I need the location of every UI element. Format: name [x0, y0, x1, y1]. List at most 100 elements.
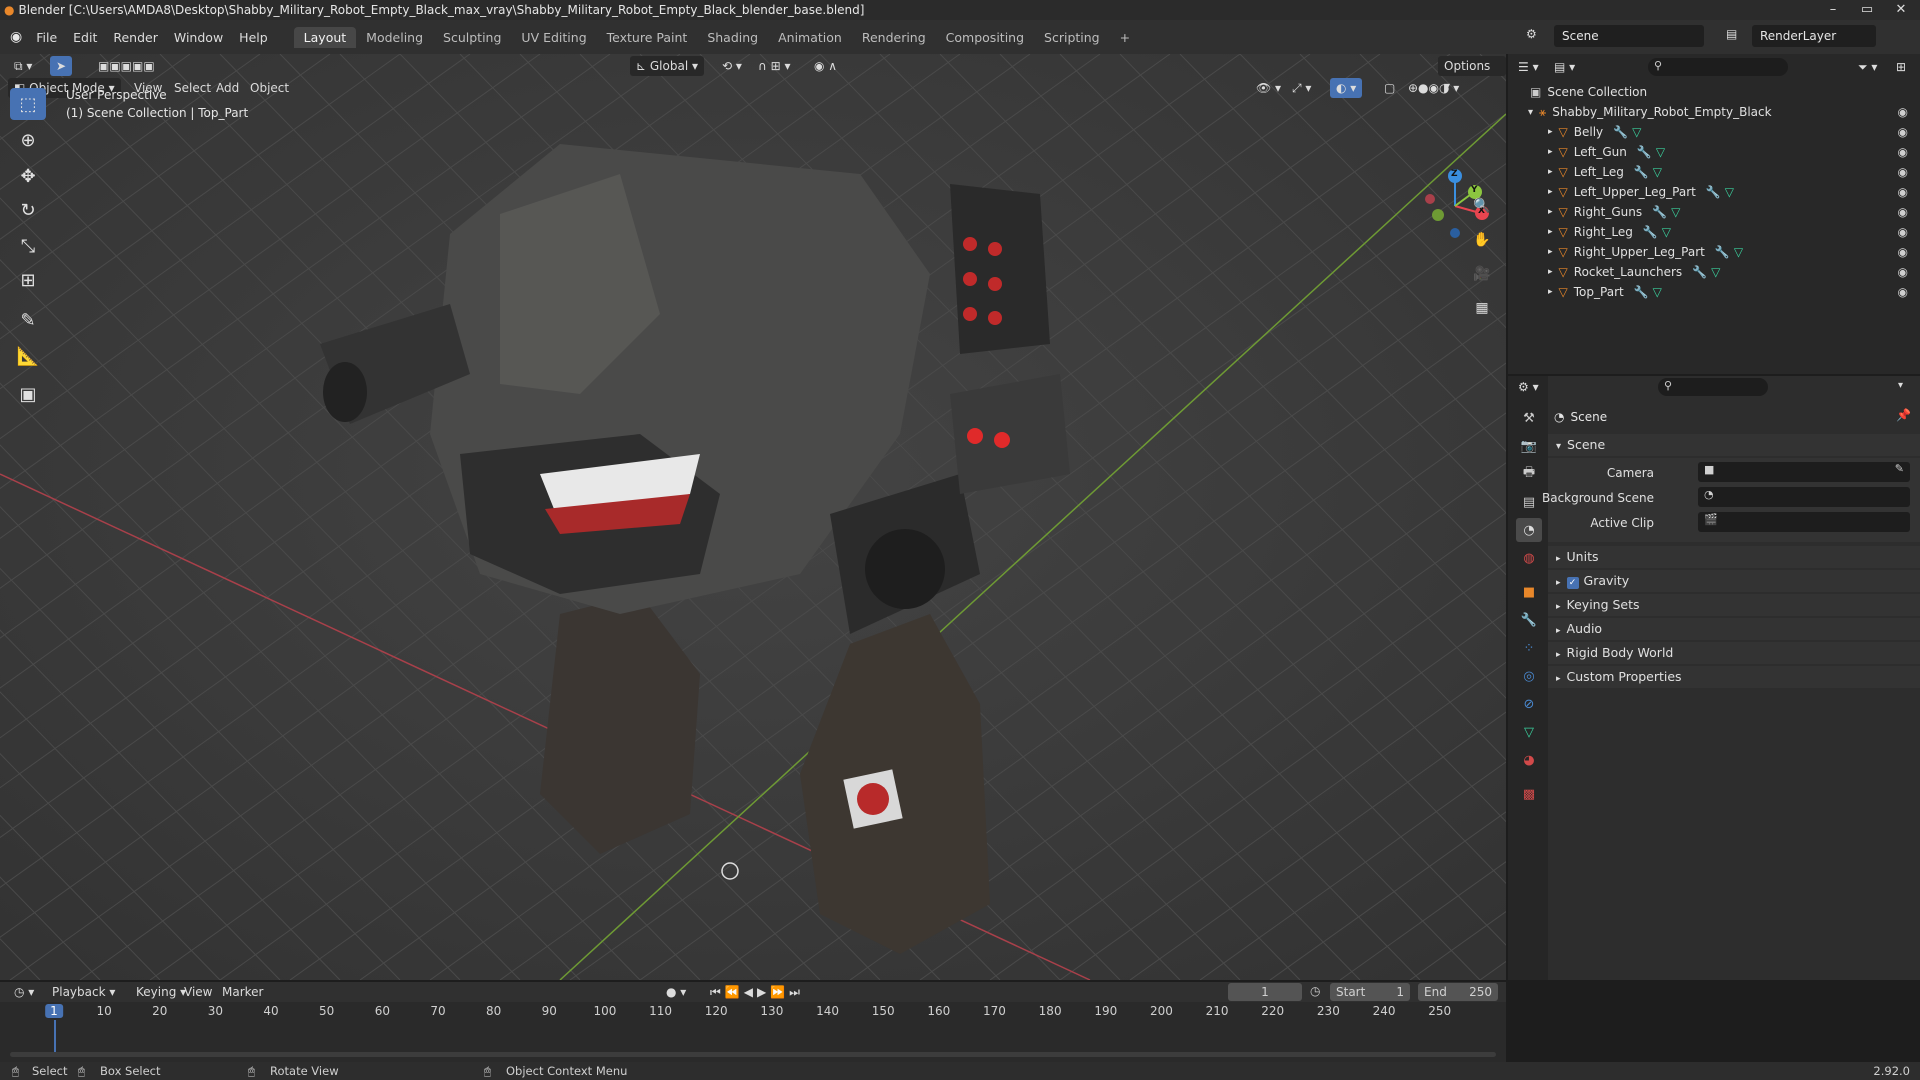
shading-mode-buttons[interactable]: ⊕●◉◑ ▾	[1402, 78, 1465, 98]
tool-scale[interactable]: ⤡	[10, 230, 46, 262]
outliner-object-row[interactable]: ▸ ▽ Rocket_Launchers 🔧 ▽ ◉	[1508, 262, 1920, 282]
properties-section[interactable]: ▸ Keying Sets	[1548, 594, 1920, 616]
tab-rendering[interactable]: Rendering	[852, 27, 936, 48]
snap-toggle[interactable]: ∩ ⊞ ▾	[752, 56, 797, 76]
tab-animation[interactable]: Animation	[768, 27, 852, 48]
outliner-editor-type-icon[interactable]: ☰ ▾	[1518, 60, 1539, 74]
expand-arrow-icon[interactable]: ▸	[1548, 127, 1553, 137]
data-tab[interactable]: ▽	[1516, 720, 1542, 744]
zoom-button[interactable]: 🔍	[1468, 192, 1496, 220]
add-workspace-button[interactable]: +	[1110, 27, 1140, 48]
pin-icon[interactable]: 📌	[1896, 408, 1911, 422]
view-layer-icon[interactable]: ▤	[1726, 27, 1737, 41]
eye-icon[interactable]: ◉	[1898, 285, 1908, 299]
render-tab[interactable]: 📷	[1516, 434, 1542, 458]
modifier-wrench-icon[interactable]: 🔧	[1692, 265, 1707, 279]
minimize-button[interactable]: –	[1818, 0, 1848, 20]
expand-arrow-icon[interactable]: ▸	[1548, 167, 1553, 177]
expand-arrow-icon[interactable]: ▸	[1548, 267, 1553, 277]
material-tab[interactable]: ◕	[1516, 748, 1542, 772]
eye-icon[interactable]: ◉	[1898, 205, 1908, 219]
outliner-search-input[interactable]: ⚲	[1648, 58, 1788, 76]
tab-compositing[interactable]: Compositing	[936, 27, 1034, 48]
visibility-dropdown[interactable]: 👁 ▾	[1250, 78, 1287, 98]
transform-orientation-dropdown[interactable]: ⊾ Global ▾	[630, 56, 704, 76]
modifier-wrench-icon[interactable]: 🔧	[1634, 285, 1649, 299]
properties-search-input[interactable]: ⚲	[1658, 378, 1768, 396]
viewport-menu-object[interactable]: Object	[244, 78, 295, 98]
expand-arrow-icon[interactable]: ▸	[1548, 207, 1553, 217]
world-tab[interactable]: ◍	[1516, 546, 1542, 570]
scene-selector[interactable]: Scene	[1554, 25, 1704, 47]
properties-section[interactable]: ▸ Rigid Body World	[1548, 642, 1920, 664]
properties-section[interactable]: ▸ Audio	[1548, 618, 1920, 640]
outliner-panel[interactable]: ☰ ▾ ▤ ▾ ⚲ ⏷ ▾ ⊞ ▣ Scene Collection ▾ ⚹ S…	[1508, 54, 1920, 374]
perspective-toggle-button[interactable]: ▦	[1468, 294, 1496, 322]
outliner-object-row[interactable]: ▸ ▽ Right_Guns 🔧 ▽ ◉	[1508, 202, 1920, 222]
eyedropper-icon[interactable]: ✎	[1895, 462, 1904, 475]
tool-add-cube[interactable]: ▣	[10, 378, 46, 410]
mesh-data-icon[interactable]: ▽	[1656, 145, 1665, 159]
properties-editor-type-icon[interactable]: ⚙ ▾	[1518, 380, 1539, 394]
outliner-robot-collection[interactable]: ▾ ⚹ Shabby_Military_Robot_Empty_Black ◉	[1508, 102, 1920, 122]
mesh-data-icon[interactable]: ▽	[1632, 125, 1641, 139]
outliner-object-row[interactable]: ▸ ▽ Right_Upper_Leg_Part 🔧 ▽ ◉	[1508, 242, 1920, 262]
eye-icon[interactable]: ◉	[1898, 125, 1908, 139]
eye-icon[interactable]: ◉	[1898, 165, 1908, 179]
tool-select-box[interactable]: ⬚	[10, 88, 46, 120]
mesh-data-icon[interactable]: ▽	[1711, 265, 1720, 279]
mesh-data-icon[interactable]: ▽	[1653, 165, 1662, 179]
modifier-wrench-icon[interactable]: 🔧	[1637, 145, 1652, 159]
gravity-checkbox[interactable]: ✓	[1566, 577, 1579, 589]
expand-arrow-icon[interactable]: ▸	[1548, 147, 1553, 157]
filter-icon[interactable]: ⏷ ▾	[1858, 60, 1877, 75]
viewport-menu-add[interactable]: Add	[210, 78, 245, 98]
eye-icon[interactable]: ◉	[1898, 225, 1908, 239]
modifier-wrench-icon[interactable]: 🔧	[1652, 205, 1667, 219]
select-tool-button[interactable]: ➤	[50, 56, 73, 76]
outliner-object-row[interactable]: ▸ ▽ Left_Upper_Leg_Part 🔧 ▽ ◉	[1508, 182, 1920, 202]
properties-section[interactable]: ▸ Units	[1548, 546, 1920, 568]
modifier-tab[interactable]: 🔧	[1516, 608, 1542, 632]
menu-help[interactable]: Help	[231, 30, 276, 45]
eye-icon[interactable]: ◉	[1898, 265, 1908, 279]
modifier-wrench-icon[interactable]: 🔧	[1613, 125, 1628, 139]
menu-render[interactable]: Render	[105, 30, 166, 45]
object-tab[interactable]: ■	[1516, 580, 1542, 604]
tool-rotate[interactable]: ↻	[10, 194, 46, 226]
eye-icon[interactable]: ◉	[1898, 105, 1908, 119]
camera-view-button[interactable]: 🎥	[1468, 260, 1496, 288]
scene-panel-header[interactable]: ▾ Scene	[1548, 434, 1920, 456]
outliner-object-row[interactable]: ▸ ▽ Belly 🔧 ▽ ◉	[1508, 122, 1920, 142]
display-mode-icon[interactable]: ▤ ▾	[1554, 60, 1575, 74]
tab-uv-editing[interactable]: UV Editing	[511, 27, 596, 48]
tool-annotate[interactable]: ✎	[10, 304, 46, 336]
playhead-line[interactable]	[54, 1020, 56, 1052]
expand-arrow-icon[interactable]: ▸	[1548, 187, 1553, 197]
outliner-object-row[interactable]: ▸ ▽ Left_Leg 🔧 ▽ ◉	[1508, 162, 1920, 182]
tool-transform[interactable]: ⊞	[10, 264, 46, 296]
selection-mode-buttons[interactable]: ▣▣▣▣▣	[92, 56, 161, 76]
tab-sculpting[interactable]: Sculpting	[433, 27, 511, 48]
timeline-panel[interactable]: ◷ ▾ Playback ▾ Keying ▾ View Marker ● ▾ …	[0, 982, 1506, 1062]
mesh-data-icon[interactable]: ▽	[1725, 185, 1734, 199]
output-tab[interactable]: 🖶	[1516, 462, 1542, 486]
new-collection-icon[interactable]: ⊞	[1896, 60, 1906, 74]
particles-tab[interactable]: ⁘	[1516, 636, 1542, 660]
mesh-data-icon[interactable]: ▽	[1662, 225, 1671, 239]
tab-scripting[interactable]: Scripting	[1034, 27, 1110, 48]
options-dropdown[interactable]: Options ▾	[1438, 56, 1506, 93]
scene-selector-icon[interactable]: ⚙	[1526, 27, 1537, 41]
properties-section[interactable]: ▸ Custom Properties	[1548, 666, 1920, 688]
texture-tab[interactable]: ▩	[1516, 782, 1542, 806]
modifier-wrench-icon[interactable]: 🔧	[1634, 165, 1649, 179]
close-button[interactable]: ✕	[1886, 0, 1916, 20]
expand-arrow-icon[interactable]: ▸	[1548, 227, 1553, 237]
scene-tab[interactable]: ◔	[1516, 518, 1542, 542]
physics-tab[interactable]: ◎	[1516, 664, 1542, 688]
gizmo-toggle[interactable]: ⤢ ▾	[1286, 78, 1317, 98]
mesh-data-icon[interactable]: ▽	[1671, 205, 1680, 219]
outliner-object-row[interactable]: ▸ ▽ Top_Part 🔧 ▽ ◉	[1508, 282, 1920, 302]
outliner-object-row[interactable]: ▸ ▽ Left_Gun 🔧 ▽ ◉	[1508, 142, 1920, 162]
mesh-data-icon[interactable]: ▽	[1734, 245, 1743, 259]
